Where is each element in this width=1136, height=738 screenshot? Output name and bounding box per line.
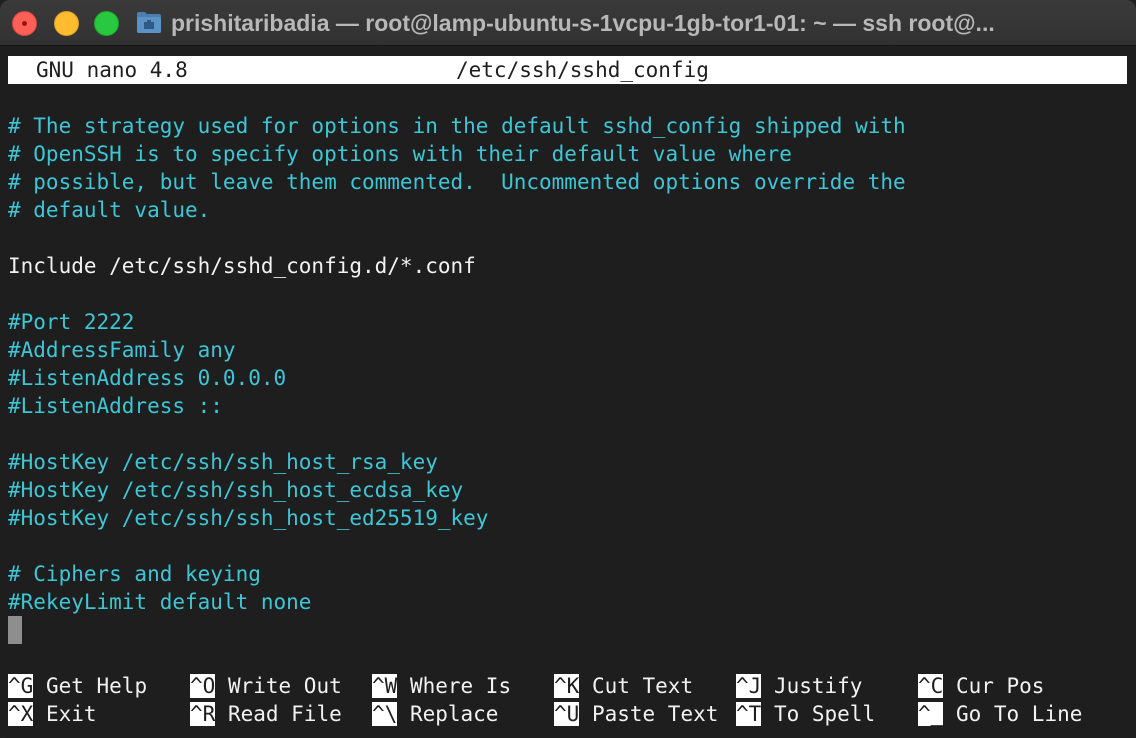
shortcut-label: Replace bbox=[409, 702, 499, 726]
shortcut-label: Cur Pos bbox=[955, 674, 1045, 698]
shortcut-label: Read File bbox=[227, 702, 342, 726]
shortcut-label: Write Out bbox=[227, 674, 342, 698]
shortcut-exit[interactable]: ^X Exit bbox=[8, 700, 97, 728]
code-line: #AddressFamily any bbox=[8, 338, 236, 362]
shortcut-key: ^C bbox=[918, 674, 944, 698]
close-button[interactable] bbox=[12, 11, 37, 36]
terminal-window: prishitaribadia — root@lamp-ubuntu-s-1vc… bbox=[0, 0, 1136, 738]
window-title: prishitaribadia — root@lamp-ubuntu-s-1vc… bbox=[171, 10, 995, 36]
code-line: Include /etc/ssh/sshd_config.d/*.conf bbox=[8, 254, 476, 278]
code-line: #ListenAddress 0.0.0.0 bbox=[8, 366, 287, 390]
shortcut-label: To Spell bbox=[773, 702, 876, 726]
shortcut-where-is[interactable]: ^W Where Is bbox=[372, 672, 511, 700]
shortcut-go-to-line[interactable]: ^_ Go To Line bbox=[918, 700, 1082, 728]
nano-filename: /etc/ssh/sshd_config bbox=[456, 58, 709, 82]
code-line: # The strategy used for options in the d… bbox=[8, 114, 906, 138]
shortcut-label: Justify bbox=[773, 674, 863, 698]
shortcut-key: ^G bbox=[8, 674, 34, 698]
code-line: #Port 2222 bbox=[8, 310, 135, 334]
code-line: # possible, but leave them commented. Un… bbox=[8, 170, 906, 194]
shortcut-key: ^R bbox=[190, 702, 216, 726]
code-line: #HostKey /etc/ssh/ssh_host_rsa_key bbox=[8, 450, 438, 474]
shortcut-key: ^W bbox=[372, 674, 398, 698]
terminal-content[interactable]: GNU nano 4.8 /etc/ssh/sshd_config # The … bbox=[0, 47, 1136, 738]
shortcut-key: ^\ bbox=[372, 702, 398, 726]
shortcut-label: Go To Line bbox=[955, 702, 1083, 726]
shortcut-key: ^U bbox=[554, 702, 580, 726]
shortcut-get-help[interactable]: ^G Get Help bbox=[8, 672, 147, 700]
shortcut-key: ^J bbox=[736, 674, 762, 698]
shortcut-read-file[interactable]: ^R Read File bbox=[190, 700, 342, 728]
code-line: #RekeyLimit default none bbox=[8, 590, 312, 614]
shortcut-key: ^_ bbox=[918, 702, 944, 726]
shortcut-replace[interactable]: ^\ Replace bbox=[372, 700, 498, 728]
shortcut-paste-text[interactable]: ^U Paste Text bbox=[554, 700, 718, 728]
shortcut-label: Paste Text bbox=[591, 702, 719, 726]
code-line: # default value. bbox=[8, 198, 211, 222]
shortcut-label: Exit bbox=[45, 702, 97, 726]
shortcut-key: ^X bbox=[8, 702, 34, 726]
shortcut-cut-text[interactable]: ^K Cut Text bbox=[554, 672, 693, 700]
shortcut-key: ^K bbox=[554, 674, 580, 698]
text-cursor bbox=[8, 616, 22, 644]
shortcut-to-spell[interactable]: ^T To Spell bbox=[736, 700, 875, 728]
code-line: # Ciphers and keying bbox=[8, 562, 261, 586]
shortcut-label: Where Is bbox=[409, 674, 512, 698]
shortcut-key: ^O bbox=[190, 674, 216, 698]
shortcut-cur-pos[interactable]: ^C Cur Pos bbox=[918, 672, 1044, 700]
code-line: # OpenSSH is to specify options with the… bbox=[8, 142, 792, 166]
nano-header-bar: GNU nano 4.8 /etc/ssh/sshd_config bbox=[8, 56, 1127, 84]
code-line: #HostKey /etc/ssh/ssh_host_ed25519_key bbox=[8, 506, 489, 530]
minimize-button[interactable] bbox=[54, 11, 79, 36]
shortcut-justify[interactable]: ^J Justify bbox=[736, 672, 862, 700]
nano-version: GNU nano 4.8 bbox=[36, 58, 188, 82]
title-bar[interactable]: prishitaribadia — root@lamp-ubuntu-s-1vc… bbox=[0, 0, 1136, 46]
code-line: #HostKey /etc/ssh/ssh_host_ecdsa_key bbox=[8, 478, 464, 502]
folder-icon bbox=[136, 10, 162, 34]
shortcut-write-out[interactable]: ^O Write Out bbox=[190, 672, 342, 700]
maximize-button[interactable] bbox=[94, 11, 119, 36]
code-line: #ListenAddress :: bbox=[8, 394, 223, 418]
shortcut-key: ^T bbox=[736, 702, 762, 726]
shortcut-label: Cut Text bbox=[591, 674, 694, 698]
shortcut-label: Get Help bbox=[45, 674, 148, 698]
